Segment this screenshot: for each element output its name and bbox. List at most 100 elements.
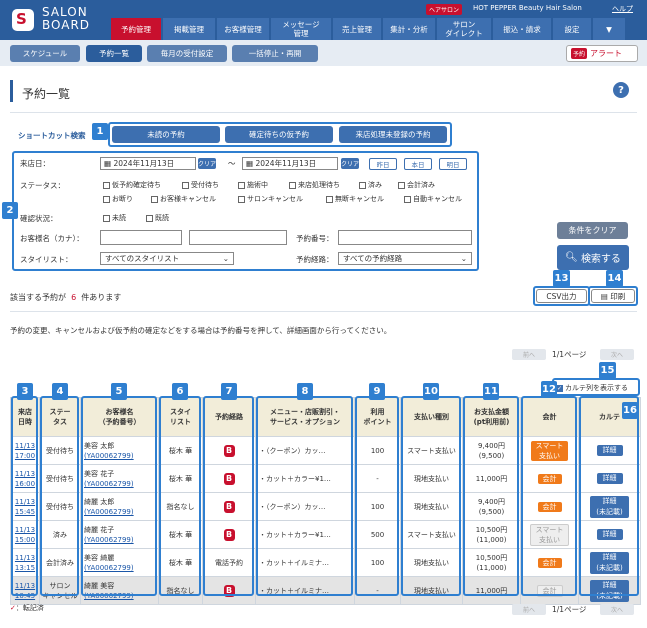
next-page-button-bottom[interactable]: 次へ (600, 604, 634, 615)
shortcut-unregistered-button[interactable]: 来店処理未登録の予約 (339, 126, 447, 143)
reservation-number-label: 予約番号： (296, 234, 334, 243)
reservation-number-input[interactable] (338, 230, 472, 245)
status-checkbox[interactable]: 施術中 (238, 180, 268, 190)
read-unread-checkbox[interactable]: 未読 (103, 213, 126, 223)
customer-name-sei-input[interactable] (100, 230, 182, 245)
divider (10, 112, 637, 113)
date-from-clear-button[interactable]: クリア (198, 158, 216, 169)
title-accent (10, 80, 13, 102)
nav-item-9[interactable]: ▼ (593, 18, 625, 40)
prev-page-button-bottom[interactable]: 前へ (512, 604, 546, 615)
nav-item-4[interactable]: 売上管理 (333, 18, 381, 40)
shortcut-pending-button[interactable]: 確定待ちの仮予約 (225, 126, 333, 143)
salon-board-logo[interactable]: S (12, 9, 34, 31)
callout-11: 11 (483, 383, 499, 400)
subnav-reservation-list[interactable]: 予約一覧 (86, 45, 142, 62)
callout-4: 4 (52, 383, 68, 400)
clear-conditions-button[interactable]: 条件をクリア (557, 222, 628, 239)
status-checkbox[interactable]: 自動キャンセル (404, 194, 462, 204)
route-select[interactable]: すべての予約経路 ⌄ (338, 252, 472, 265)
calendar-icon: ▦ (104, 159, 114, 168)
column-outline (203, 396, 254, 596)
status-checkbox[interactable]: 会計済み (398, 180, 435, 190)
page-indicator: 1/1ページ (552, 350, 587, 359)
next-page-button[interactable]: 次へ (600, 349, 634, 360)
help-icon[interactable]: ? (613, 82, 629, 98)
hotpepper-label: HOT PEPPER Beauty Hair Salon (473, 4, 582, 12)
alert-badge: 予約 (571, 48, 588, 59)
callout-14: 14 (606, 270, 623, 287)
column-outline (401, 396, 461, 596)
callout-13: 13 (553, 270, 570, 287)
page-title: 予約一覧 (22, 87, 71, 101)
callout-12: 12 (541, 381, 557, 398)
callout-8: 8 (297, 383, 313, 400)
column-outline (256, 396, 353, 596)
status-checkbox[interactable]: 仮予約確定待ち (103, 180, 161, 190)
route-select-value: すべての予約経路 (343, 254, 403, 263)
status-checkbox[interactable]: 無断キャンセル (326, 194, 384, 204)
status-checkbox[interactable]: 済み (359, 180, 382, 190)
alert-button[interactable]: 予約 アラート (566, 45, 638, 62)
callout-16: 16 (622, 402, 638, 419)
date-from-value: 2024年11月13日 (113, 159, 175, 168)
print-button[interactable]: ▤ 印刷 (591, 289, 635, 303)
print-icon: ▤ (600, 291, 611, 301)
column-outline (11, 396, 38, 596)
hairsalon-badge: ヘアサロン (426, 4, 463, 15)
nav-item-5[interactable]: 集計・分析 (383, 18, 435, 40)
prev-page-button[interactable]: 前へ (512, 349, 546, 360)
customer-name-label: お客様名（カナ）： (20, 234, 84, 243)
subnav-schedule[interactable]: スケジュール (10, 45, 80, 62)
date-from-input[interactable]: ▦ 2024年11月13日 (100, 157, 196, 170)
stylist-label: スタイリスト： (20, 255, 73, 264)
column-outline (355, 396, 399, 596)
column-outline (40, 396, 79, 596)
status-checkbox[interactable]: お断り (103, 194, 133, 204)
shortcut-unread-button[interactable]: 未読の予約 (112, 126, 220, 143)
subnav-bulk-stop[interactable]: 一括停止・再開 (232, 45, 318, 62)
read-status-label: 確認状況： (20, 214, 58, 223)
karte-toggle-checkbox[interactable]: ✓ カルテ列を表示する (556, 383, 628, 393)
stylist-select[interactable]: すべてのスタイリスト ⌄ (100, 252, 234, 265)
column-outline (463, 396, 519, 596)
callout-1: 1 (92, 123, 108, 140)
help-link[interactable]: ヘルプ (612, 4, 633, 14)
date-to-value: 2024年11月13日 (255, 159, 317, 168)
page-indicator-bottom: 1/1ページ (552, 605, 587, 614)
callout-2: 2 (2, 202, 18, 219)
legend: ✓：転記済 (10, 604, 44, 612)
notice-text: 予約の変更、キャンセルおよび仮予約の確定などをする場合は予約番号を押して、詳細画… (10, 326, 392, 335)
today-button[interactable]: 本日 (404, 158, 432, 170)
tomorrow-button[interactable]: 明日 (439, 158, 467, 170)
nav-item-7[interactable]: 振込・請求 (493, 18, 551, 40)
nav-item-6[interactable]: サロン ダイレクト (437, 18, 491, 40)
nav-item-0[interactable]: 予約管理 (111, 18, 161, 40)
date-to-input[interactable]: ▦ 2024年11月13日 (242, 157, 338, 170)
subnav-monthly-settings[interactable]: 毎月の受付設定 (147, 45, 227, 62)
search-icon: 🔍︎ (565, 252, 581, 263)
nav-item-1[interactable]: 掲載管理 (163, 18, 215, 40)
callout-6: 6 (172, 383, 188, 400)
yesterday-button[interactable]: 昨日 (369, 158, 397, 170)
status-checkbox[interactable]: お客様キャンセル (151, 194, 216, 204)
status-checkbox[interactable]: 来店処理待ち (289, 180, 340, 190)
search-button[interactable]: 🔍︎ 検索する (557, 245, 629, 270)
nav-item-8[interactable]: 設定 (553, 18, 591, 40)
csv-export-button[interactable]: CSV出力 (536, 289, 587, 303)
print-label: 印刷 (610, 291, 626, 301)
shortcut-label: ショートカット検索 (18, 131, 86, 140)
column-outline (81, 396, 157, 596)
customer-name-mei-input[interactable] (189, 230, 287, 245)
nav-item-2[interactable]: お客様管理 (217, 18, 269, 40)
column-outline (579, 396, 639, 596)
nav-item-3[interactable]: メッセージ 管理 (271, 18, 331, 40)
status-checkbox[interactable]: 受付待ち (182, 180, 219, 190)
read-read-checkbox[interactable]: 既読 (146, 213, 169, 223)
callout-9: 9 (369, 383, 385, 400)
chevron-down-icon: ⌄ (460, 254, 467, 263)
brand-name: SALON BOARD (42, 5, 91, 32)
divider (10, 311, 637, 312)
date-to-clear-button[interactable]: クリア (341, 158, 359, 169)
status-checkbox[interactable]: サロンキャンセル (238, 194, 303, 204)
